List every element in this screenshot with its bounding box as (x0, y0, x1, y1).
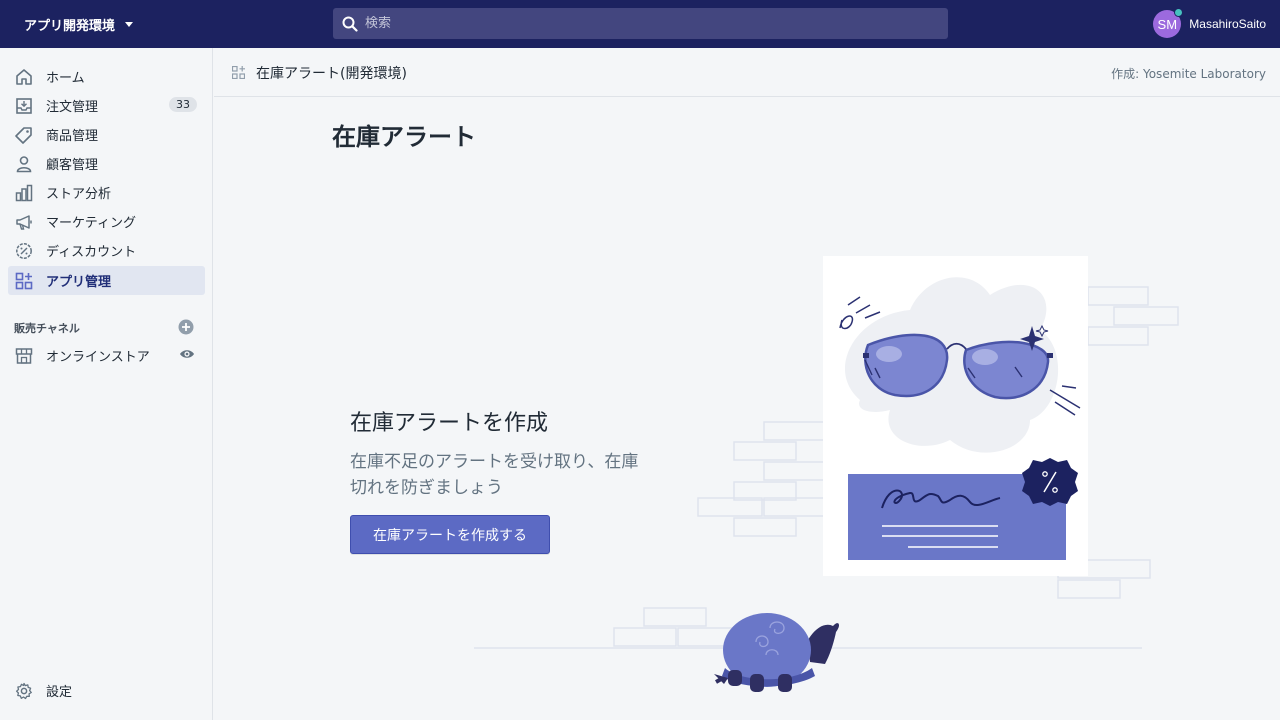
top-bar: アプリ開発環境 SM MasahiroSaito (0, 0, 1280, 48)
sidebar-item-label: 設定 (46, 685, 73, 700)
sidebar-item-label: 商品管理 (46, 129, 99, 144)
sidebar-item-discounts[interactable]: ディスカウント (8, 236, 205, 265)
create-stock-alert-button[interactable]: 在庫アラートを作成する (350, 515, 550, 554)
home-icon (15, 68, 33, 86)
page-title: 在庫アラート (332, 123, 476, 151)
store-switcher[interactable]: アプリ開発環境 (24, 14, 134, 34)
app-creator: 作成: Yosemite Laboratory (1111, 67, 1266, 81)
sidebar-item-label: 顧客管理 (46, 158, 99, 173)
online-status-dot (1174, 8, 1184, 17)
sidebar-item-settings[interactable]: 設定 (8, 676, 205, 705)
sidebar-item-label: マーケティング (46, 216, 136, 231)
user-menu[interactable]: SM MasahiroSaito (1153, 8, 1266, 38)
empty-state-heading: 在庫アラートを作成 (350, 411, 549, 436)
search-input[interactable] (365, 16, 925, 31)
gear-icon (15, 682, 33, 700)
search-bar[interactable] (333, 8, 948, 39)
sidebar-item-orders[interactable]: 注文管理 33 (8, 91, 205, 120)
add-channel-icon[interactable] (178, 319, 194, 335)
sidebar-item-label: アプリ管理 (46, 275, 112, 290)
sidebar-item-label: オンラインストア (46, 350, 150, 365)
caret-down-icon (125, 21, 134, 27)
sidebar-item-products[interactable]: 商品管理 (8, 120, 205, 149)
eye-icon[interactable] (179, 346, 195, 362)
sidebar-item-analytics[interactable]: ストア分析 (8, 178, 205, 207)
app-header: 在庫アラート(開発環境) 作成: Yosemite Laboratory (214, 48, 1280, 97)
megaphone-icon (15, 213, 33, 231)
sidebar-item-label: ディスカウント (46, 245, 137, 260)
orders-count-badge: 33 (169, 97, 197, 112)
sidebar-item-marketing[interactable]: マーケティング (8, 207, 205, 236)
sidebar-item-label: 注文管理 (46, 100, 99, 115)
sidebar-item-label: ストア分析 (46, 187, 112, 202)
sidebar-item-label: ホーム (46, 71, 85, 86)
discount-badge-icon (15, 242, 33, 260)
tag-icon (15, 126, 33, 144)
sidebar-item-online-store[interactable]: オンラインストア (8, 341, 205, 370)
search-icon (342, 16, 358, 32)
avatar: SM (1153, 8, 1184, 38)
avatar-initials: SM (1157, 16, 1178, 32)
orders-inbox-icon (15, 97, 33, 115)
bar-chart-icon (15, 184, 33, 202)
sidebar-item-apps[interactable]: アプリ管理 (8, 266, 205, 295)
apps-grid-icon (15, 272, 33, 290)
apps-grid-icon (232, 66, 245, 79)
app-title: 在庫アラート(開発環境) (256, 66, 407, 82)
empty-state-description: 在庫不足のアラートを受け取り、在庫切れを防ぎましょう (350, 452, 639, 498)
storefront-icon (15, 347, 33, 365)
sidebar-item-customers[interactable]: 顧客管理 (8, 149, 205, 178)
sales-channels-heading: 販売チャネル (14, 322, 80, 335)
person-icon (15, 155, 33, 173)
user-name: MasahiroSaito (1189, 17, 1266, 31)
sidebar: ホーム 注文管理 33 商品管理 顧客管理 ストア分析 マーケティング ディスカ… (0, 48, 213, 720)
sidebar-item-home[interactable]: ホーム (8, 62, 205, 91)
store-name: アプリ開発環境 (24, 18, 116, 34)
